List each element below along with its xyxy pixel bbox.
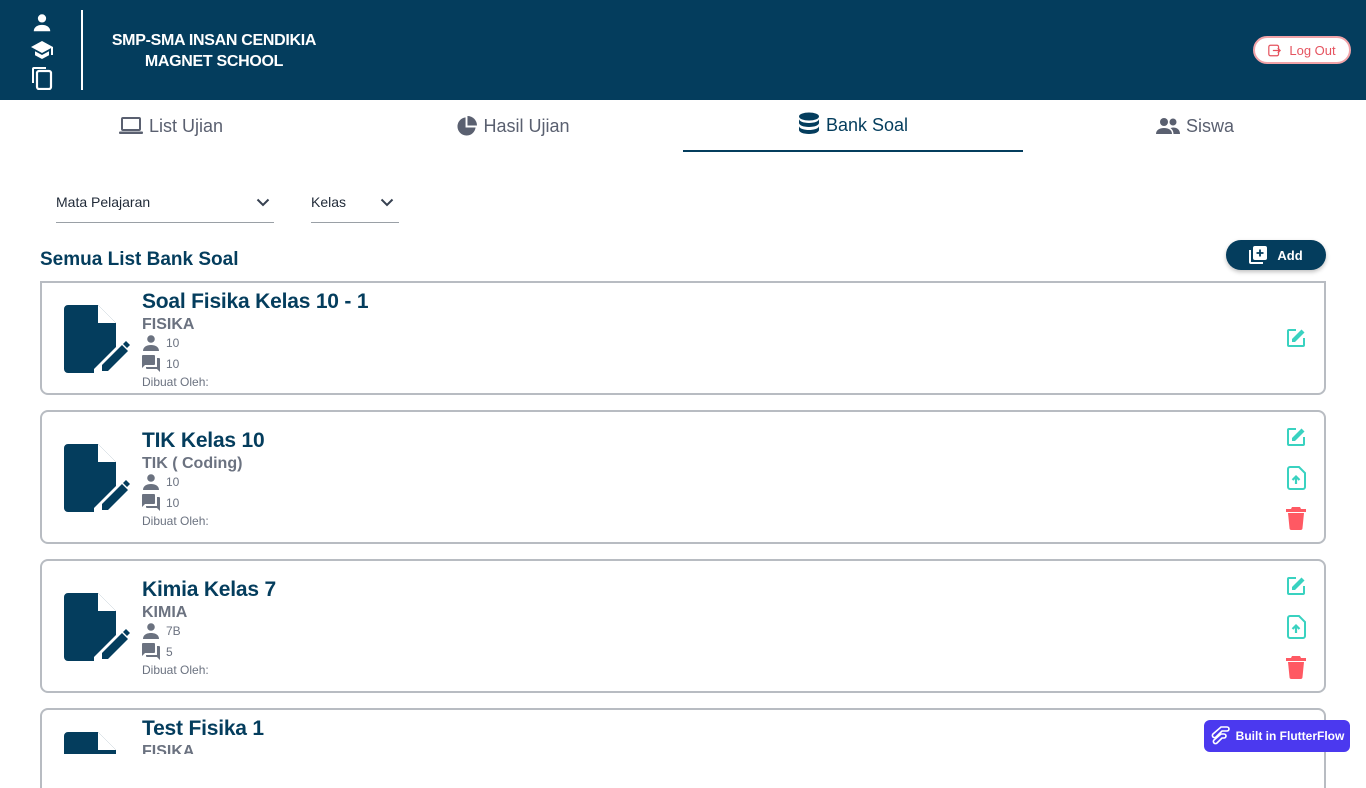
edit-icon[interactable] <box>1284 326 1308 350</box>
person-icon <box>143 623 159 639</box>
card-clip: Test Fisika 1 FISIKA <box>42 710 1324 754</box>
pie-chart-icon <box>457 115 478 136</box>
bank-soal-card[interactable]: TIK Kelas 10 TIK ( Coding) 10 10 Dibuat … <box>40 410 1326 544</box>
card-class: 7B <box>166 624 181 638</box>
card-questions: 5 <box>166 644 173 659</box>
database-icon <box>798 112 819 134</box>
logout-label: Log Out <box>1289 42 1336 58</box>
school-name: SMP-SMA INSAN CENDIKIA MAGNET SCHOOL <box>100 30 328 72</box>
edit-icon[interactable] <box>1284 425 1308 449</box>
edit-document-icon <box>64 732 116 754</box>
bank-soal-card[interactable]: Kimia Kelas 7 KIMIA 7B 5 Dibuat Oleh: <box>40 559 1326 693</box>
school-name-line2: MAGNET SCHOOL <box>144 53 284 70</box>
main-tabs: List Ujian Hasil Ujian Bank Soal Siswa <box>0 100 1366 154</box>
edit-icon[interactable] <box>1284 574 1308 598</box>
person-icon <box>143 335 159 351</box>
tab-label: List Ujian <box>148 115 224 136</box>
school-icon[interactable] <box>30 38 54 62</box>
card-creator: Dibuat Oleh: <box>142 514 209 528</box>
edit-document-icon <box>64 444 130 512</box>
copy-icon[interactable] <box>31 66 53 90</box>
card-class-row: 10 <box>142 474 179 490</box>
card-questions-row: 10 <box>142 355 179 372</box>
tab-label: Bank Soal <box>825 114 909 135</box>
card-title: Kimia Kelas 7 <box>142 578 276 601</box>
chevron-down-icon <box>256 198 270 206</box>
forum-icon <box>142 643 160 660</box>
laptop-icon <box>118 117 143 134</box>
bank-soal-card[interactable]: Test Fisika 1 FISIKA <box>40 708 1326 788</box>
badge-label: Built in FlutterFlow <box>1235 729 1345 743</box>
card-class-row: 10 <box>142 335 179 351</box>
tab-hasil-ujian[interactable]: Hasil Ujian <box>342 100 684 152</box>
card-title: Test Fisika 1 <box>142 717 264 740</box>
school-name-line1: SMP-SMA INSAN CENDIKIA <box>111 32 317 49</box>
header-icon-column <box>28 12 56 90</box>
app-header: SMP-SMA INSAN CENDIKIA MAGNET SCHOOL Log… <box>0 0 1366 100</box>
card-questions: 10 <box>166 495 180 510</box>
tab-list-ujian[interactable]: List Ujian <box>0 100 342 152</box>
logout-button[interactable]: Log Out <box>1253 36 1351 64</box>
upload-file-icon[interactable] <box>1284 615 1308 639</box>
card-questions: 10 <box>166 356 180 371</box>
card-class: 10 <box>166 336 180 350</box>
card-questions-row: 10 <box>142 494 179 511</box>
subject-dropdown[interactable]: Mata Pelajaran <box>56 182 274 223</box>
card-creator: Dibuat Oleh: <box>142 663 209 677</box>
forum-icon <box>142 494 160 511</box>
tab-label: Hasil Ujian <box>483 115 570 136</box>
section-title: Semua List Bank Soal <box>40 249 239 270</box>
header-divider <box>81 10 83 90</box>
tab-bank-soal[interactable]: Bank Soal <box>683 100 1023 152</box>
card-title: TIK Kelas 10 <box>142 429 265 452</box>
bank-soal-card[interactable]: Soal Fisika Kelas 10 - 1 FISIKA 10 10 Di… <box>40 281 1326 395</box>
tab-label: Siswa <box>1185 115 1234 136</box>
person-icon <box>143 474 159 490</box>
edit-document-icon <box>64 593 130 661</box>
card-class: 10 <box>166 475 180 489</box>
flutterflow-logo-icon <box>1211 726 1230 745</box>
card-subject: TIK ( Coding) <box>142 455 243 472</box>
logout-icon <box>1268 44 1282 56</box>
add-button-label: Add <box>1277 247 1303 263</box>
card-questions-row: 5 <box>142 643 173 660</box>
add-button[interactable]: Add <box>1226 240 1326 270</box>
card-creator: Dibuat Oleh: <box>142 375 209 389</box>
edit-document-icon <box>64 305 130 373</box>
people-icon <box>1155 118 1180 134</box>
chevron-down-icon <box>380 198 394 206</box>
person-icon[interactable] <box>31 12 53 34</box>
add-box-icon <box>1249 246 1268 264</box>
class-dropdown[interactable]: Kelas <box>311 182 399 223</box>
card-subject: FISIKA <box>142 316 195 333</box>
class-dropdown-label: Kelas <box>311 194 347 210</box>
built-in-flutterflow-badge[interactable]: Built in FlutterFlow <box>1204 720 1350 752</box>
card-title: Soal Fisika Kelas 10 - 1 <box>142 290 369 313</box>
card-subject: KIMIA <box>142 604 188 621</box>
subject-dropdown-label: Mata Pelajaran <box>56 194 151 210</box>
upload-file-icon[interactable] <box>1284 466 1308 490</box>
forum-icon <box>142 355 160 372</box>
card-subject: FISIKA <box>142 743 195 754</box>
card-class-row: 7B <box>142 623 181 639</box>
delete-icon[interactable] <box>1284 655 1308 679</box>
delete-icon[interactable] <box>1284 506 1308 530</box>
tab-siswa[interactable]: Siswa <box>1024 100 1366 152</box>
